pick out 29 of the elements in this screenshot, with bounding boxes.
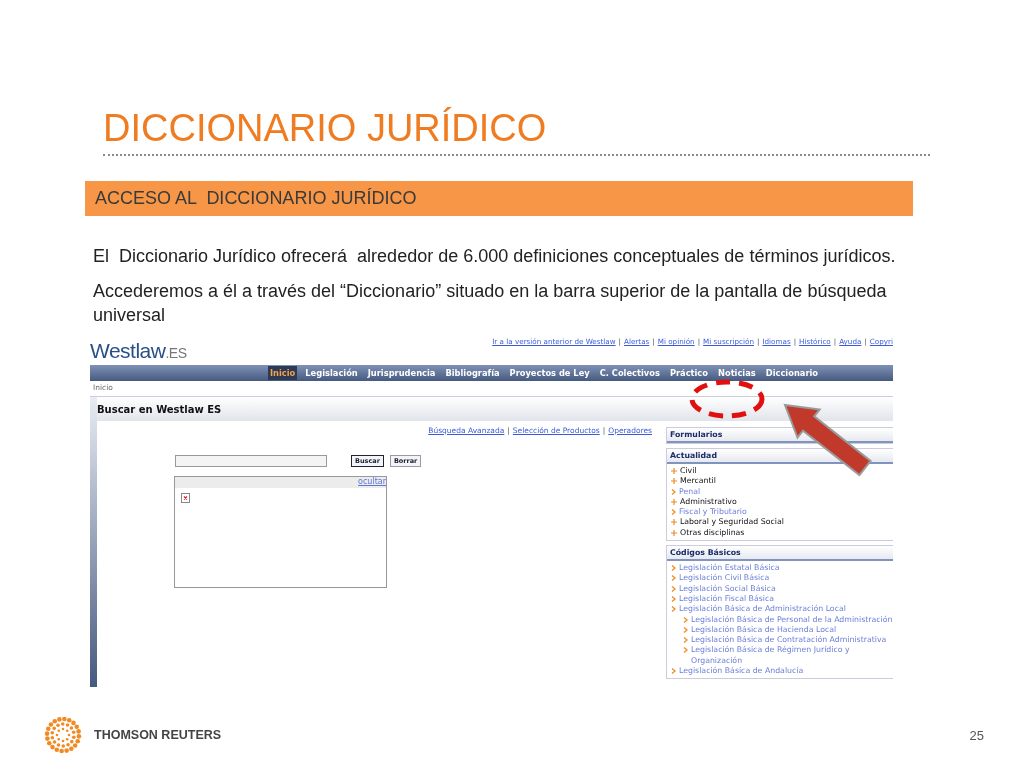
brand-name: THOMSON REUTERS <box>94 728 222 742</box>
plus-icon <box>671 529 677 536</box>
plus-icon <box>671 519 677 526</box>
nav-tab[interactable]: C. Colectivos <box>597 366 662 380</box>
paragraph: El Diccionario Jurídico ofrecerá alrededor de 6.000 definiciones conceptuales de términos jurídicos. <box>93 245 897 268</box>
plus-icon <box>671 498 677 505</box>
nav-tab[interactable]: Práctico <box>667 366 710 380</box>
nav-tab[interactable]: Proyectos de Ley <box>507 366 592 380</box>
panel-title: Buscar en Westlaw ES <box>97 397 893 421</box>
chevron-icon <box>671 509 676 516</box>
paragraph: Accederemos a él a través del “Diccionario” situado en la barra superior de la pantalla de búsqueda universal <box>93 280 888 327</box>
nav-tab[interactable]: Diccionario <box>763 366 821 380</box>
nav-tab[interactable]: Jurisprudencia <box>365 366 438 380</box>
chevron-icon <box>671 488 676 495</box>
plus-icon <box>671 468 677 474</box>
nav-tab[interactable]: Legislación <box>303 366 360 380</box>
nav-tab[interactable]: Noticias <box>716 366 758 380</box>
section-banner: ACCESO AL DICCIONARIO JURÍDICO <box>85 181 913 216</box>
nav-tab[interactable]: Inicio <box>268 366 298 380</box>
page-number: 25 <box>969 727 984 743</box>
nav-tab[interactable]: Bibliografía <box>443 366 502 380</box>
search-field[interactable] <box>175 455 327 467</box>
hide-link[interactable]: ocultar <box>358 477 386 488</box>
thomson-reuters-logo-icon <box>42 714 84 756</box>
chevron-icon <box>671 668 676 675</box>
plus-icon <box>671 478 677 485</box>
broken-image-icon <box>181 493 190 503</box>
slide-title: DICCIONARIO JURÍDICO <box>103 106 548 150</box>
westlaw-logo: Westlaw.ES <box>90 339 187 363</box>
